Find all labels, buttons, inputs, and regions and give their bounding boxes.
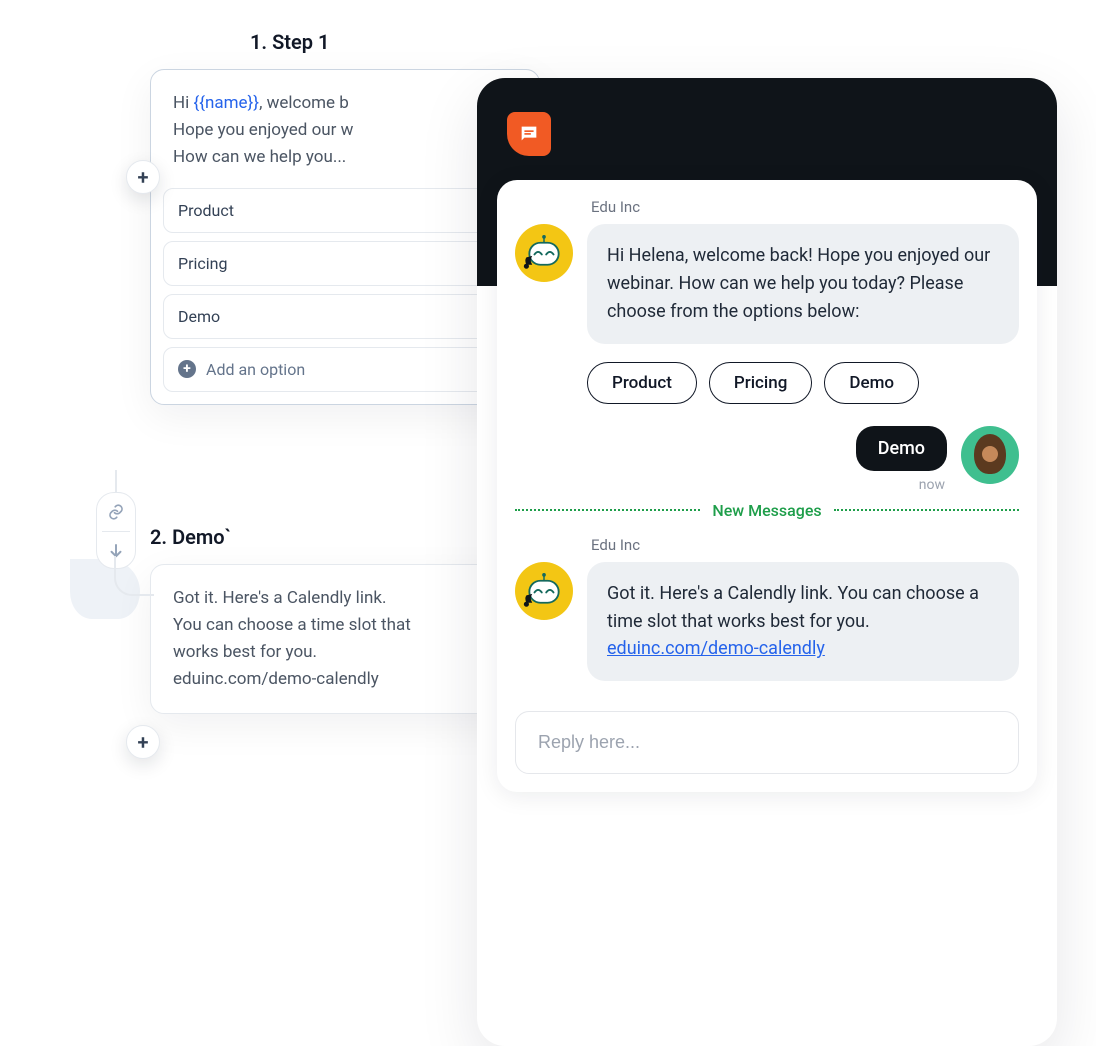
calendly-link[interactable]: eduinc.com/demo-calendly — [607, 638, 825, 659]
text: eduinc.com/demo-calendly — [173, 669, 379, 689]
add-step-button[interactable]: + — [126, 160, 160, 194]
text: You can choose a time slot that — [173, 615, 411, 635]
variable-token: {{name}} — [193, 93, 259, 113]
text: Hi — [173, 93, 193, 113]
text: How can we help you... — [173, 147, 346, 167]
divider — [102, 531, 130, 532]
link-icon[interactable] — [103, 499, 129, 525]
sender-name: Edu Inc — [591, 198, 1019, 216]
reply-input[interactable] — [538, 732, 996, 753]
plus-icon: + — [178, 360, 196, 378]
text: , welcome b — [259, 93, 349, 113]
connector-line — [114, 556, 154, 596]
user-bubble: Demo — [856, 426, 947, 471]
bot-avatar-icon — [515, 562, 573, 620]
bot-text: Got it. Here's a Calendly link. You can … — [607, 583, 979, 632]
dotted-line — [515, 509, 700, 511]
reply-box — [515, 711, 1019, 774]
connector-line — [115, 470, 117, 492]
step-1-title: 1. Step 1 — [250, 30, 540, 54]
bot-message-1: Edu Inc Hi Helena, welcome back! Hope yo… — [515, 198, 1019, 344]
flow-option-demo[interactable]: Demo — [163, 294, 527, 339]
add-option-button[interactable]: + Add an option — [163, 347, 527, 392]
add-step-button[interactable]: + — [126, 725, 160, 759]
text: Got it. Here's a Calendly link. — [173, 588, 386, 608]
dotted-line — [834, 509, 1019, 511]
chip-demo[interactable]: Demo — [824, 362, 919, 404]
flow-connector — [96, 470, 136, 569]
reply-timestamp: now — [919, 477, 945, 493]
user-reply: Demo now — [515, 426, 1019, 493]
chat-body: Edu Inc Hi Helena, welcome back! Hope yo… — [497, 180, 1037, 792]
new-messages-label: New Messages — [712, 501, 821, 520]
chip-product[interactable]: Product — [587, 362, 697, 404]
chip-pricing[interactable]: Pricing — [709, 362, 813, 404]
bot-avatar-icon — [515, 224, 573, 282]
flow-option-pricing[interactable]: Pricing — [163, 241, 527, 286]
text: works best for you. — [173, 642, 317, 662]
text: Hope you enjoyed our w — [173, 120, 353, 140]
bot-bubble: Got it. Here's a Calendly link. You can … — [587, 562, 1019, 682]
sender-name: Edu Inc — [591, 536, 1019, 554]
chat-logo-icon — [507, 112, 551, 156]
bot-message-2: Edu Inc Got it. Here's a Calendly link. … — [515, 536, 1019, 682]
flow-option-product[interactable]: Product — [163, 188, 527, 233]
option-chips: Product Pricing Demo — [587, 362, 1019, 404]
user-avatar-icon — [961, 426, 1019, 484]
bot-bubble: Hi Helena, welcome back! Hope you enjoye… — [587, 224, 1019, 344]
new-messages-divider: New Messages — [515, 501, 1019, 520]
add-option-label: Add an option — [206, 360, 305, 379]
chat-widget: Edu Inc Hi Helena, welcome back! Hope yo… — [477, 78, 1057, 1046]
